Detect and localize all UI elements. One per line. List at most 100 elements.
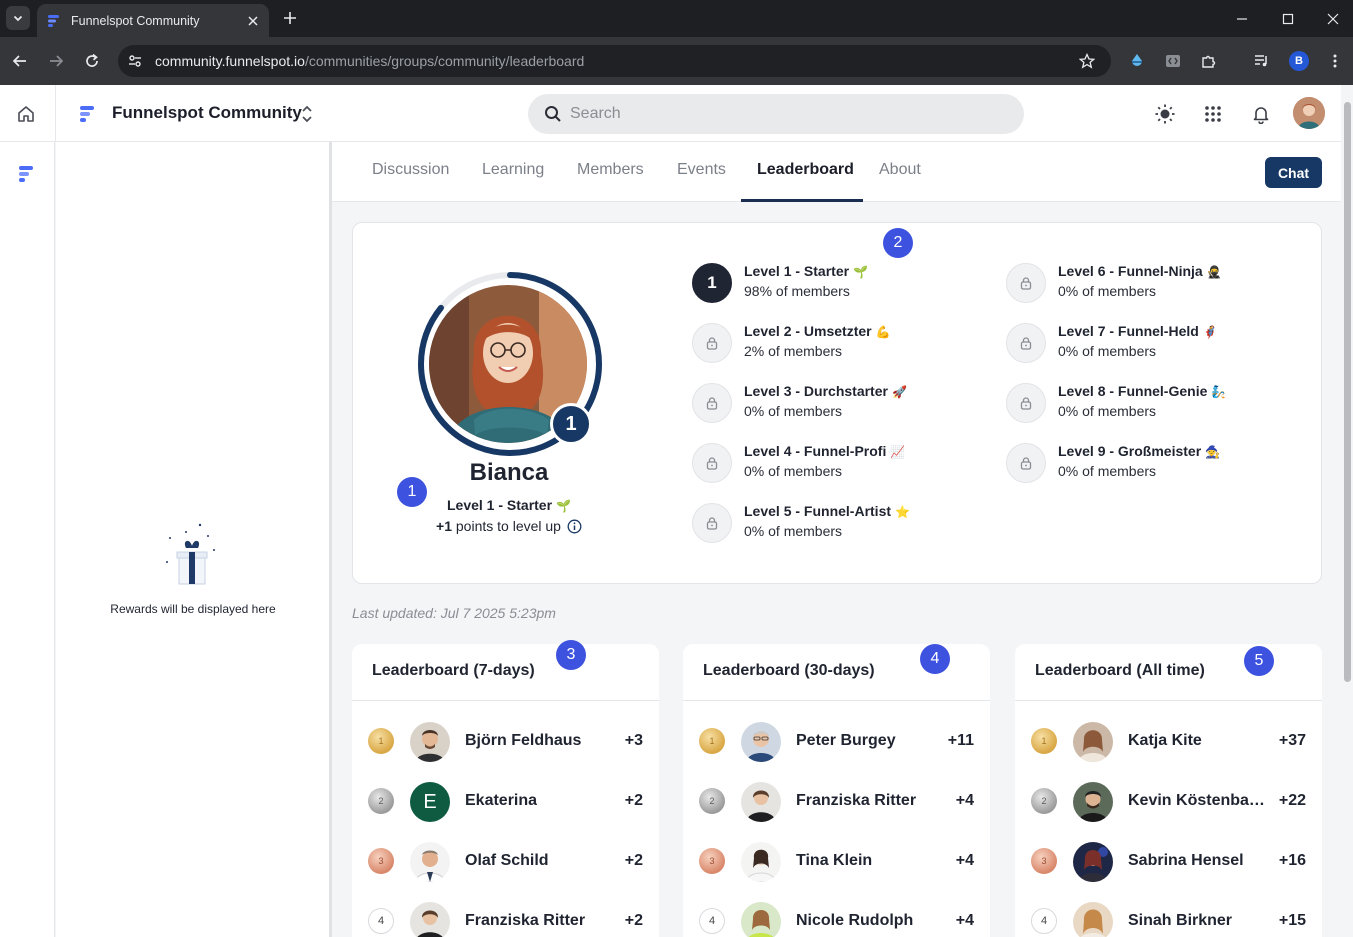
member-name[interactable]: Olaf Schild <box>465 852 549 870</box>
member-points: +37 <box>1278 732 1306 749</box>
level-name: Level 7 - Funnel-Held 🦸 <box>1058 323 1218 339</box>
address-bar[interactable]: community.funnelspot.io/communities/grou… <box>118 45 1111 77</box>
search-input[interactable] <box>570 105 970 123</box>
tab-discussion[interactable]: Discussion <box>372 161 449 179</box>
member-name[interactable]: Sinah Birkner <box>1128 912 1232 930</box>
lock-icon <box>1006 383 1046 423</box>
minimize-button[interactable] <box>1219 0 1265 37</box>
bronze-medal-icon: 3 <box>699 848 725 874</box>
member-name[interactable]: Nicole Rudolph <box>796 912 913 930</box>
member-avatar[interactable] <box>1073 902 1113 937</box>
levels-card: 1 Bianca Level 1 - Starter 🌱 +1 points to… <box>352 222 1322 584</box>
user-avatar[interactable] <box>1293 97 1325 129</box>
member-name[interactable]: Tina Klein <box>796 852 872 870</box>
search-bar[interactable] <box>528 94 1024 134</box>
member-avatar[interactable] <box>410 842 450 882</box>
leaderboard-row[interactable]: 2 Kevin Köstenbau... +22 <box>1015 772 1322 832</box>
leaderboard-row[interactable]: 3 Sabrina Hensel +16 <box>1015 832 1322 892</box>
member-avatar[interactable] <box>410 902 450 937</box>
level-name: Level 8 - Funnel-Genie 🧞 <box>1058 383 1227 399</box>
bookmark-star-icon[interactable] <box>1075 49 1099 73</box>
minimize-icon <box>1237 17 1247 20</box>
rewards-panel: Rewards will be displayed here <box>56 142 330 937</box>
annotation-marker: 3 <box>556 640 586 670</box>
chat-button[interactable]: Chat <box>1265 157 1322 188</box>
chart-up-icon: 📈 <box>890 445 906 459</box>
kebab-menu-icon <box>1333 54 1337 68</box>
member-avatar[interactable] <box>741 722 781 762</box>
community-switcher[interactable] <box>296 102 318 126</box>
scrollbar-thumb[interactable] <box>1344 102 1351 682</box>
member-points: +2 <box>624 852 643 869</box>
member-name[interactable]: Franziska Ritter <box>465 912 585 930</box>
maximize-button[interactable] <box>1265 0 1311 37</box>
leaderboard-row[interactable]: 4 Franziska Ritter +2 <box>352 892 659 937</box>
points-value: +1 <box>436 518 452 534</box>
browser-tab[interactable]: Funnelspot Community <box>37 4 269 37</box>
leaderboard-row[interactable]: 4 Sinah Birkner +15 <box>1015 892 1322 937</box>
extensions-button[interactable] <box>1197 49 1221 73</box>
tab-learning[interactable]: Learning <box>482 161 544 179</box>
member-name[interactable]: Peter Burgey <box>796 732 896 750</box>
member-name[interactable]: Franziska Ritter <box>796 792 916 810</box>
theme-toggle-button[interactable] <box>1152 101 1178 127</box>
member-avatar[interactable] <box>741 842 781 882</box>
notifications-button[interactable] <box>1248 101 1274 127</box>
apps-button[interactable] <box>1200 101 1226 127</box>
panel-divider[interactable] <box>329 142 332 937</box>
new-tab-button[interactable] <box>278 6 302 30</box>
member-name[interactable]: Katja Kite <box>1128 732 1202 750</box>
tab-close-icon[interactable] <box>241 9 265 33</box>
profile-level-name-text: Level 1 - Starter <box>446 497 553 513</box>
url-text: community.funnelspot.io/communities/grou… <box>155 53 1075 69</box>
member-avatar[interactable] <box>741 902 781 937</box>
tab-members[interactable]: Members <box>577 161 644 179</box>
member-avatar[interactable] <box>1073 782 1113 822</box>
forward-button[interactable] <box>44 49 68 73</box>
window-close-button[interactable] <box>1310 0 1353 37</box>
reload-button[interactable] <box>80 49 104 73</box>
extension-code-button[interactable] <box>1161 49 1185 73</box>
leaderboard-row[interactable]: 4 Nicole Rudolph +4 <box>683 892 990 937</box>
member-name[interactable]: Sabrina Hensel <box>1128 852 1244 870</box>
leaderboard-row[interactable]: 3 Tina Klein +4 <box>683 832 990 892</box>
level-percentage: 0% of members <box>1058 403 1157 419</box>
info-icon[interactable] <box>567 519 582 534</box>
url-host: community.funnelspot.io <box>155 53 305 69</box>
leaderboard-row[interactable]: 2 E Ekaterina +2 <box>352 772 659 832</box>
browser-menu-button[interactable] <box>1323 49 1347 73</box>
home-button[interactable] <box>13 101 39 127</box>
rewards-empty-text: Rewards will be displayed here <box>110 602 276 616</box>
back-button[interactable] <box>8 49 32 73</box>
home-icon <box>18 106 34 122</box>
chevron-down-icon <box>13 15 23 22</box>
browser-profile-avatar[interactable]: B <box>1289 51 1309 71</box>
tab-events[interactable]: Events <box>677 161 726 179</box>
member-avatar[interactable] <box>741 782 781 822</box>
member-name[interactable]: Björn Feldhaus <box>465 732 581 750</box>
maximize-icon <box>1282 13 1294 24</box>
leaderboard-row[interactable]: 1 Björn Feldhaus +3 <box>352 712 659 772</box>
funnelspot-community-icon[interactable] <box>17 164 37 184</box>
member-name[interactable]: Kevin Köstenbau... <box>1128 792 1268 810</box>
leaderboard-row[interactable]: 2 Franziska Ritter +4 <box>683 772 990 832</box>
extension-drop-button[interactable] <box>1125 49 1149 73</box>
gold-medal-icon: 1 <box>368 728 394 754</box>
site-settings-icon[interactable] <box>124 50 146 72</box>
member-name[interactable]: Ekaterina <box>465 792 537 810</box>
community-nav: Discussion Learning Members Events Leade… <box>332 142 1341 202</box>
gift-icon <box>166 523 215 585</box>
leaderboard-row[interactable]: 1 Katja Kite +37 <box>1015 712 1322 772</box>
community-name[interactable]: Funnelspot Community <box>112 103 302 123</box>
tab-leaderboard[interactable]: Leaderboard <box>757 161 854 179</box>
tab-search-button[interactable] <box>6 6 30 30</box>
level-percentage: 2% of members <box>744 343 843 359</box>
member-avatar[interactable] <box>1073 842 1113 882</box>
tab-about[interactable]: About <box>879 161 921 179</box>
member-avatar[interactable]: E <box>410 782 450 822</box>
media-control-button[interactable] <box>1250 49 1274 73</box>
member-avatar[interactable] <box>1073 722 1113 762</box>
leaderboard-row[interactable]: 3 Olaf Schild +2 <box>352 832 659 892</box>
leaderboard-row[interactable]: 1 Peter Burgey +11 <box>683 712 990 772</box>
member-avatar[interactable] <box>410 722 450 762</box>
